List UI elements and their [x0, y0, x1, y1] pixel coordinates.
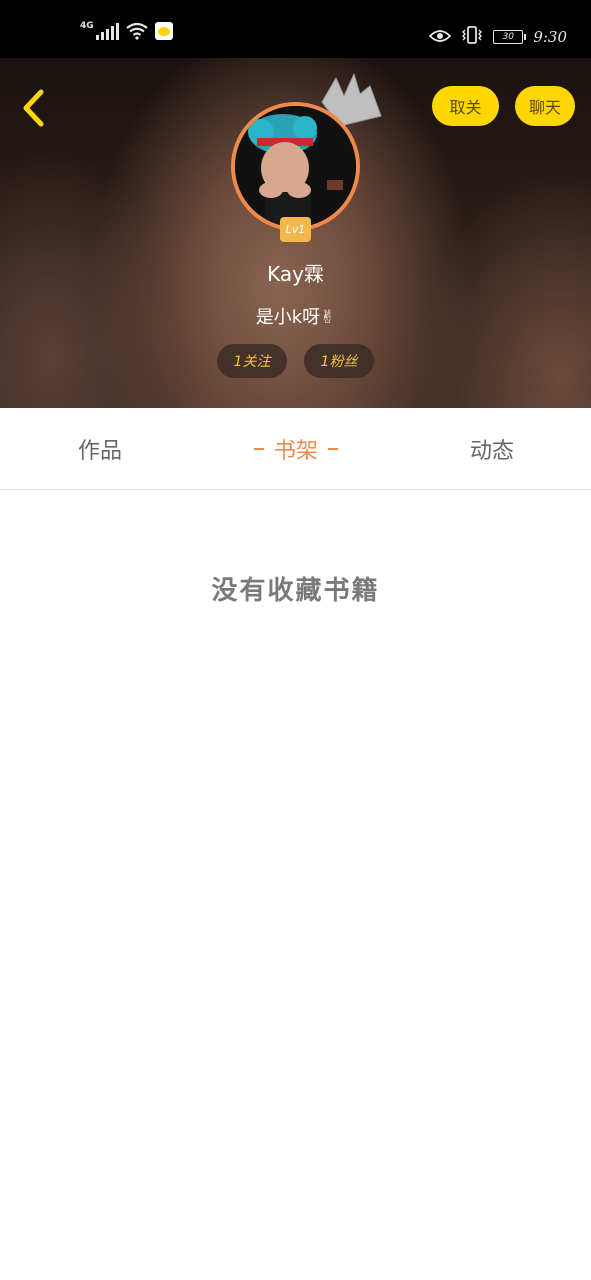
unfollow-button[interactable]: 取关 — [432, 86, 499, 126]
tab-works[interactable]: 作品 — [40, 408, 160, 490]
tab-activity[interactable]: 动态 — [432, 408, 552, 490]
app-notification-icon — [154, 22, 173, 40]
tab-activity-label: 动态 — [469, 439, 514, 464]
tab-indicator-right — [328, 448, 338, 450]
tab-bookshelf[interactable]: 书架 — [236, 408, 356, 490]
profile-header: 取关 聊天 Lv1 Kay霖 是小k呀✌ 1关注 1粉丝 — [0, 58, 591, 408]
followers-count[interactable]: 1粉丝 — [304, 344, 374, 378]
battery-icon: 30 — [493, 30, 527, 44]
tab-works-label: 作品 — [77, 439, 122, 464]
vibrate-icon — [461, 26, 483, 48]
user-name: Kay霖 — [267, 262, 324, 286]
status-bar: 4G 30 9:30 — [0, 0, 591, 58]
wifi-icon — [125, 22, 149, 40]
status-right: 30 9:30 — [429, 26, 567, 48]
chat-button[interactable]: 聊天 — [515, 86, 575, 126]
user-bio: 是小k呀✌ — [255, 307, 336, 328]
tab-bar: 作品 书架 动态 — [0, 408, 591, 490]
tab-bookshelf-label: 书架 — [273, 439, 318, 464]
profile-screen: 4G 30 9:30 取关 聊天 Lv1 Kay霖 是小k呀✌ 1关注 1粉丝 … — [0, 0, 591, 1280]
level-badge: Lv1 — [280, 217, 311, 242]
following-count[interactable]: 1关注 — [217, 344, 287, 378]
back-button[interactable] — [14, 86, 54, 130]
signal-icon — [95, 22, 119, 40]
empty-state-message: 没有收藏书籍 — [211, 576, 380, 606]
eye-icon — [429, 28, 452, 47]
status-left: 4G — [80, 22, 173, 40]
status-time: 9:30 — [533, 28, 567, 46]
network-type: 4G — [80, 21, 94, 31]
avatar[interactable] — [231, 102, 360, 231]
tab-indicator-left — [253, 448, 264, 450]
chevron-left-icon — [23, 89, 44, 127]
avatar-photo — [235, 106, 356, 227]
